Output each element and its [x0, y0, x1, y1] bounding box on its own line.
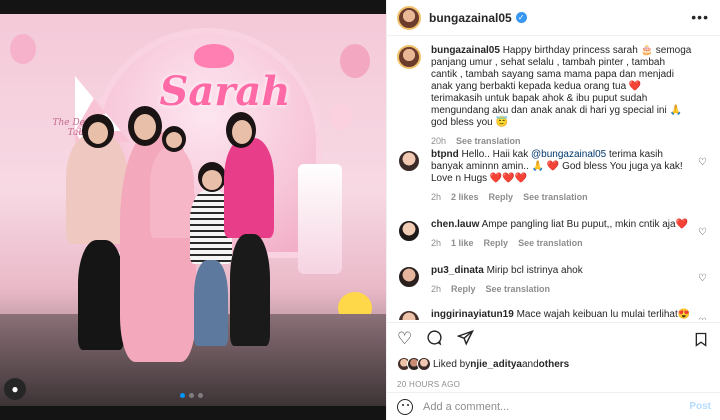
person-1 [66, 134, 128, 244]
child-dress [150, 148, 194, 238]
comment-meta: 2h 1 like Reply See translation [431, 237, 693, 249]
comment-likes[interactable]: 1 like [451, 237, 474, 249]
balloon [330, 104, 352, 130]
person-3-pants [230, 234, 270, 346]
comment-row: btpnd Hello.. Haii kak @bungazainal05 te… [397, 149, 715, 203]
comment-see-translation[interactable]: See translation [523, 191, 588, 203]
liker-avatars[interactable] [397, 357, 431, 371]
comment-body: pu3_dinata Mirip bcl istrinya ahok 2h Re… [431, 265, 693, 295]
liked-by: Liked by njie_aditya and others [397, 357, 569, 371]
person-3-top [224, 138, 274, 238]
liked-by-conj: and [521, 358, 539, 370]
person-3-face [232, 120, 252, 144]
instagram-post-modal: Sarah The Dessert Table ● bungazainal05 … [0, 0, 720, 420]
commenter-avatar[interactable] [397, 149, 421, 173]
comment-mention[interactable]: @bungazainal05 [531, 149, 606, 160]
caption-row: bungazainal05 Happy birthday princess sa… [397, 45, 715, 147]
comment-reply[interactable]: Reply [451, 283, 476, 295]
post-timestamp[interactable]: 20 HOURS AGO [397, 380, 460, 389]
comment-username[interactable]: btpnd [431, 149, 459, 160]
liked-by-others[interactable]: others [539, 359, 570, 370]
post-photo[interactable]: Sarah The Dessert Table ● [0, 0, 386, 420]
verified-badge-icon: ✓ [515, 12, 527, 23]
comment-row: chen.lauw Ampe pangling liat Bu puput,, … [397, 219, 715, 249]
comment-body: btpnd Hello.. Haii kak @bungazainal05 te… [431, 149, 693, 203]
comment-icon[interactable] [426, 329, 443, 349]
share-icon[interactable] [456, 329, 475, 349]
caption-username[interactable]: bungazainal05 [431, 45, 500, 56]
comment-username[interactable]: inggirinayiatun19 [431, 309, 514, 320]
user-tag-icon[interactable]: ● [4, 378, 26, 400]
liked-by-prefix: Liked by [433, 358, 471, 370]
comment-meta: 2h 2 likes Reply See translation [431, 191, 693, 203]
photo-bottom-bar [0, 406, 386, 420]
party-scene: Sarah The Dessert Table [0, 14, 386, 406]
person-2-face [134, 114, 156, 140]
comment-meta: 2h Reply See translation [431, 283, 693, 295]
carousel-dot [198, 393, 203, 398]
comment-time[interactable]: 2h [431, 283, 441, 295]
photo-top-bar [0, 0, 386, 14]
comment-like-heart-icon[interactable]: ♡ [698, 273, 707, 284]
emoji-icon[interactable] [397, 398, 413, 415]
commenter-avatar[interactable] [397, 219, 421, 243]
comment-see-translation[interactable]: See translation [486, 283, 551, 295]
comment-username[interactable]: chen.lauw [431, 219, 479, 230]
commenter-avatar[interactable] [397, 309, 421, 320]
comment-list[interactable]: bungazainal05 Happy birthday princess sa… [387, 37, 720, 320]
comment-time[interactable]: 2h [431, 191, 441, 203]
carousel-indicator [180, 393, 203, 398]
caption-text: Happy birthday princess sarah 🎂 semoga p… [431, 45, 692, 128]
comment-like-heart-icon[interactable]: ♡ [698, 157, 707, 168]
caption-meta: 20h See translation [431, 135, 693, 147]
comment-time[interactable]: 2h [431, 237, 441, 249]
comment-like-heart-icon[interactable]: ♡ [698, 317, 707, 320]
comment-body: inggirinayiatun19 Mace wajah keibuan lu … [431, 309, 693, 320]
person-1-legs [78, 240, 124, 350]
comment-text-pre: Hello.. Haii kak [461, 149, 532, 160]
caption-time[interactable]: 20h [431, 135, 446, 147]
comment-row: inggirinayiatun19 Mace wajah keibuan lu … [397, 309, 715, 320]
balloon [340, 44, 370, 78]
boy-jeans [194, 260, 228, 346]
comment-reply[interactable]: Reply [489, 191, 514, 203]
liked-by-user[interactable]: njie_aditya [470, 359, 522, 370]
comment-input[interactable] [423, 400, 673, 413]
comment-body: chen.lauw Ampe pangling liat Bu puput,, … [431, 219, 693, 249]
heart-icon[interactable]: ♡ [397, 330, 412, 347]
caption-avatar[interactable] [397, 45, 421, 69]
comment-text: Mirip bcl istrinya ahok [486, 265, 583, 276]
more-horizontal-icon[interactable]: ••• [691, 9, 709, 25]
comment-row: pu3_dinata Mirip bcl istrinya ahok 2h Re… [397, 265, 715, 295]
cake-decoration [298, 164, 342, 274]
caption-body: bungazainal05 Happy birthday princess sa… [431, 45, 693, 147]
commenter-avatar[interactable] [397, 265, 421, 289]
comment-like-heart-icon[interactable]: ♡ [698, 227, 707, 238]
author-username[interactable]: bungazainal05 [429, 11, 512, 25]
child-face [166, 132, 182, 148]
name-sign: Sarah [159, 68, 291, 115]
add-comment-bar: Post [387, 392, 720, 420]
carousel-dot-active [180, 393, 185, 398]
boy-face [202, 170, 222, 190]
comment-see-translation[interactable]: See translation [518, 237, 583, 249]
comment-likes[interactable]: 2 likes [451, 191, 479, 203]
post-side-panel: bungazainal05 ✓ ••• bungazainal05 Happy … [386, 0, 720, 420]
comment-text: Mace wajah keibuan lu mulai terlihat😍 [516, 309, 691, 320]
carousel-dot [189, 393, 194, 398]
author-avatar[interactable] [397, 5, 421, 30]
bookmark-icon[interactable] [693, 331, 709, 352]
post-header: bungazainal05 ✓ ••• [387, 0, 720, 36]
bow-decoration [194, 44, 234, 68]
action-bar: ♡ [387, 322, 720, 354]
person-1-face [88, 122, 108, 144]
liker-avatar [417, 357, 431, 371]
post-comment-button[interactable]: Post [689, 401, 711, 412]
comment-username[interactable]: pu3_dinata [431, 265, 484, 276]
comment-text: Ampe pangling liat Bu puput,, mkin cntik… [481, 219, 689, 230]
comment-reply[interactable]: Reply [484, 237, 509, 249]
caption-see-translation[interactable]: See translation [456, 135, 521, 147]
balloon [10, 34, 36, 64]
